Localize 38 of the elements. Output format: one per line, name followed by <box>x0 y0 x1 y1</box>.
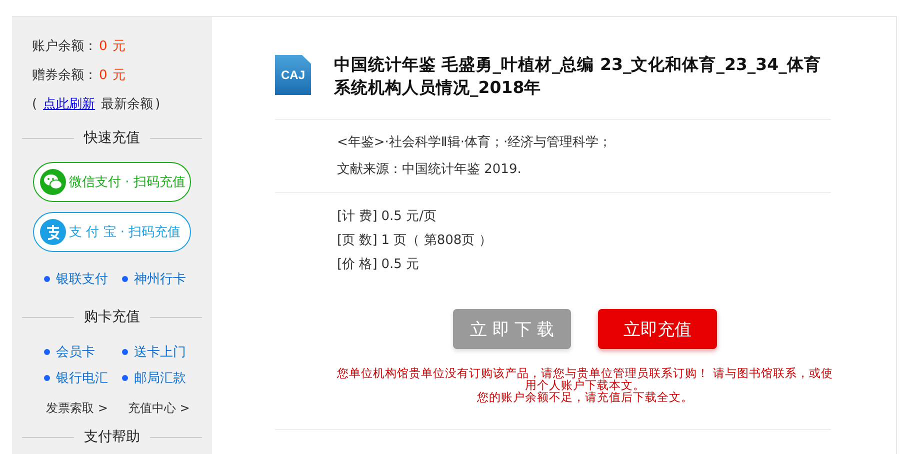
fee-label: [计 费] <box>337 209 378 224</box>
nav-link[interactable]: 发票索取 > <box>46 400 108 416</box>
parenthesis: ) <box>155 96 160 114</box>
payment-link[interactable]: 银行电汇 <box>44 369 122 387</box>
balance-label: 账户余额： <box>32 38 97 56</box>
balance-amount: 0 <box>99 38 108 56</box>
nav-link[interactable]: 充值中心 > <box>128 400 190 416</box>
parenthesis: ( <box>32 96 38 114</box>
warning-message: 您单位机构馆贵单位没有订购该产品，请您与贵单位管理员联系订购！ 请与图书馆联系，或使用个人账户下载本文。 <box>336 367 834 391</box>
wechat-pay-button[interactable]: 微信支付 · 扫码充值 <box>33 162 191 202</box>
payment-link[interactable]: 神州行卡 <box>122 270 200 288</box>
source-text: 文献来源：中国统计年鉴 2019. <box>337 161 522 179</box>
currency-unit: 元 <box>112 67 126 85</box>
refresh-link[interactable]: 点此刷新 <box>43 95 96 124</box>
section-heading: 购卡充值 <box>84 308 140 326</box>
warning-message: 您的账户余额不足，请充值后下载全文。 <box>476 391 694 403</box>
balance-label: 赠券余额： <box>32 67 97 85</box>
recharge-button[interactable]: 立即充值 <box>598 309 717 349</box>
fee-value: 1 页（ 第808页 ） <box>381 233 492 248</box>
payment-link[interactable]: 送卡上门 <box>122 343 200 361</box>
fee-label: [页 数] <box>337 233 378 248</box>
category-text: <年鉴>·社会科学Ⅱ辑·体育；·经济与管理科学； <box>337 134 613 152</box>
balance-amount: 0 <box>99 67 108 85</box>
payment-link[interactable]: 银联支付 <box>44 270 122 288</box>
fee-label: [价 格] <box>337 257 378 272</box>
section-heading: 支付帮助 <box>84 428 140 446</box>
document-title: 中国统计年鉴 毛盛勇_叶植材_总编 23_文化和体育_23_34_体育系统机构人员情况_2018年 <box>334 54 822 99</box>
fee-value: 0.5 元 <box>381 257 420 272</box>
refresh-text: 最新余额 <box>101 96 154 114</box>
file-icon: CAJ <box>275 55 311 95</box>
payment-link[interactable]: 邮局汇款 <box>122 369 200 387</box>
currency-unit: 元 <box>112 38 126 56</box>
section-heading: 快速充值 <box>84 129 140 147</box>
fee-value: 0.5 元/页 <box>381 209 436 224</box>
chat-bubbles-icon <box>40 169 66 195</box>
alipay-icon <box>40 219 66 245</box>
alipay-button[interactable]: 支 付 宝 · 扫码充值 <box>33 212 191 252</box>
payment-link[interactable]: 会员卡 <box>44 343 122 361</box>
